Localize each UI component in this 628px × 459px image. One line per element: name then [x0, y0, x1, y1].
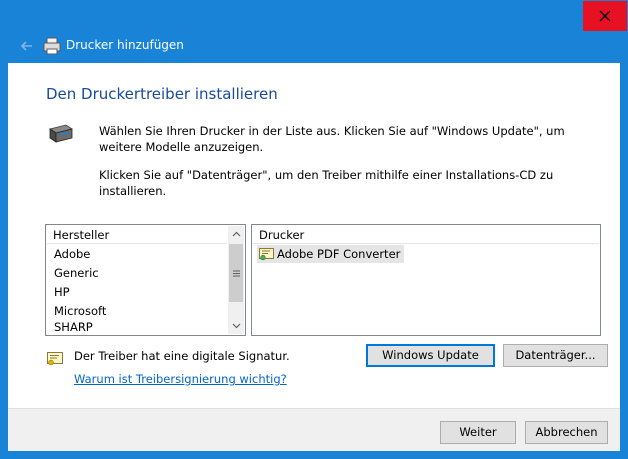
list-item[interactable]: HP: [54, 283, 70, 302]
manufacturer-list[interactable]: Hersteller Adobe Generic HP Microsoft SH…: [45, 224, 246, 336]
wizard-footer: Weiter Abbrechen: [8, 408, 620, 451]
signature-info-link[interactable]: Warum ist Treibersignierung wichtig?: [74, 372, 287, 386]
manufacturer-scrollbar[interactable]: [228, 226, 244, 334]
list-item[interactable]: Adobe: [54, 245, 90, 264]
instruction-text: Wählen Sie Ihren Drucker in der Liste au…: [99, 124, 565, 154]
cancel-button[interactable]: Abbrechen: [525, 421, 608, 444]
scrollbar-thumb[interactable]: [229, 244, 243, 302]
certificate-icon: [47, 352, 63, 366]
window-title: Drucker hinzufügen: [66, 38, 184, 52]
wizard-content: Den Druckertreiber installieren Wählen S…: [8, 63, 620, 451]
list-item[interactable]: Generic: [54, 264, 99, 283]
back-arrow-icon[interactable]: [18, 37, 36, 55]
have-disk-button[interactable]: Datenträger...: [503, 344, 608, 367]
scroll-up-button[interactable]: [228, 226, 244, 242]
grip-icon: [232, 270, 240, 276]
printer-icon: [43, 37, 61, 55]
close-icon: [599, 10, 611, 22]
list-item[interactable]: SHARP: [54, 321, 93, 334]
chevron-up-icon: [232, 231, 240, 237]
wizard-header: Drucker hinzufügen: [8, 31, 620, 63]
list-item[interactable]: Adobe PDF Converter: [257, 245, 405, 263]
next-button[interactable]: Weiter: [440, 421, 516, 444]
certificate-icon: [259, 247, 274, 260]
printer-item-label: Adobe PDF Converter: [277, 247, 401, 261]
printer-column-header[interactable]: Drucker: [253, 226, 599, 244]
scroll-down-button[interactable]: [228, 318, 244, 334]
windows-update-button[interactable]: Windows Update: [366, 344, 495, 367]
close-button[interactable]: [583, 1, 627, 31]
add-printer-window: Drucker hinzufügen Den Druckertreiber in…: [0, 0, 628, 459]
printer-icon: [49, 124, 73, 143]
title-bar: [0, 0, 628, 34]
signature-status-text: Der Treiber hat eine digitale Signatur.: [74, 349, 290, 363]
printer-list[interactable]: Drucker Adobe PDF Converter: [251, 224, 601, 336]
page-heading: Den Druckertreiber installieren: [46, 85, 278, 103]
chevron-down-icon: [232, 323, 240, 329]
instruction-text-disk: Klicken Sie auf "Datenträger", um den Tr…: [99, 168, 554, 198]
list-item[interactable]: Microsoft: [54, 302, 106, 321]
manufacturer-column-header[interactable]: Hersteller: [47, 226, 227, 244]
